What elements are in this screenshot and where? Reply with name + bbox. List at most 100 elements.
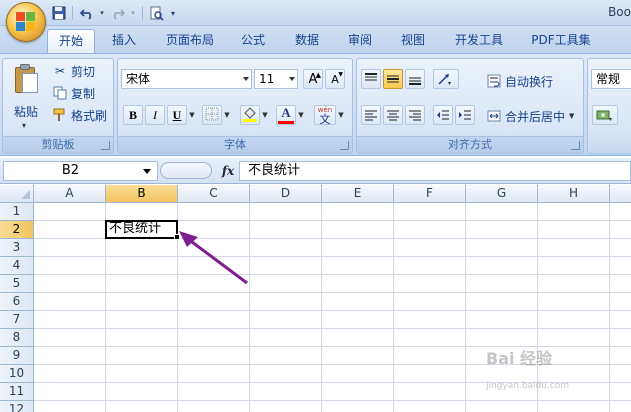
tab-insert[interactable]: 插入 [103, 29, 145, 53]
gridline [34, 274, 631, 275]
scissors-icon: ✂ [54, 64, 66, 78]
row-header-5[interactable]: 5 [0, 275, 34, 293]
row-header-6[interactable]: 6 [0, 293, 34, 311]
undo-dropdown-icon[interactable]: ▾ [98, 5, 106, 22]
column-header-e[interactable]: E [322, 185, 394, 203]
column-header-g[interactable]: G [466, 185, 538, 203]
align-center-icon [387, 110, 399, 121]
customize-qat-icon[interactable]: ▾ [168, 5, 178, 22]
print-preview-icon[interactable] [148, 5, 165, 22]
tab-home[interactable]: 开始 [47, 29, 95, 53]
row-header-1[interactable]: 1 [0, 203, 34, 221]
phonetic-button[interactable]: wén 文 [314, 105, 336, 125]
formula-input[interactable]: 不良统计 [239, 161, 631, 181]
column-header-a[interactable]: A [34, 185, 106, 203]
alignment-launcher-icon[interactable] [571, 141, 580, 150]
tab-data[interactable]: 数据 [287, 29, 327, 53]
clipboard-group: 粘贴 ▾ ✂ 剪切 复制 格式刷 剪贴板 [2, 58, 114, 154]
font-name-select[interactable]: 宋体 [121, 69, 252, 89]
bold-button[interactable]: B [123, 105, 143, 125]
merge-center-button[interactable]: 合并后居中 ▼ [487, 106, 574, 126]
fill-color-dropdown-icon[interactable]: ▼ [261, 105, 269, 125]
tab-page-layout[interactable]: 页面布局 [158, 29, 222, 53]
font-size-value: 11 [259, 72, 275, 86]
column-header-f[interactable]: F [394, 185, 466, 203]
orientation-button[interactable]: ▾ [433, 69, 459, 89]
font-color-button[interactable]: A [276, 105, 296, 125]
name-box[interactable]: B2 [3, 161, 158, 181]
redo-dropdown-icon[interactable]: ▾ [129, 5, 137, 22]
paste-dropdown-icon[interactable]: ▾ [22, 121, 26, 130]
formula-bar-resize-handle[interactable] [160, 162, 212, 179]
row-header-12[interactable]: 12 [0, 401, 34, 412]
format-painter-button[interactable]: 格式刷 [53, 105, 107, 125]
font-color-dropdown-icon[interactable]: ▼ [297, 105, 305, 125]
active-cell-b2[interactable]: 不良统计 [105, 220, 178, 239]
shrink-font-button[interactable]: A ▼ [325, 69, 345, 89]
chevron-down-icon[interactable] [143, 169, 151, 174]
spreadsheet-grid[interactable]: A B C D E F G H 1 2 3 4 5 6 7 8 9 10 11 … [0, 185, 631, 412]
wrap-text-button[interactable]: 自动换行 [487, 71, 553, 91]
italic-button[interactable]: I [145, 105, 165, 125]
separator [142, 6, 143, 20]
column-header-b[interactable]: B [106, 185, 178, 203]
tab-formulas[interactable]: 公式 [233, 29, 273, 53]
gridline [609, 203, 610, 412]
row-header-3[interactable]: 3 [0, 239, 34, 257]
wrap-text-icon [487, 74, 501, 88]
alignment-group: ▾ 自动换行 合并后居中 ▼ 对齐方式 [356, 58, 584, 154]
merge-dropdown-icon[interactable]: ▼ [569, 112, 574, 120]
align-top-button[interactable] [361, 69, 381, 89]
cut-button[interactable]: ✂ 剪切 [53, 61, 95, 81]
underline-button[interactable]: U [167, 105, 187, 125]
paste-button[interactable]: 粘贴 ▾ [9, 63, 43, 135]
fill-color-button[interactable] [240, 105, 260, 125]
row-header-9[interactable]: 9 [0, 347, 34, 365]
gridline [34, 310, 631, 311]
column-header-overflow[interactable] [610, 185, 631, 203]
column-header-h[interactable]: H [538, 185, 610, 203]
select-all-button[interactable] [0, 185, 34, 203]
tab-pdf-tools[interactable]: PDF工具集 [524, 29, 598, 53]
align-bottom-button[interactable] [405, 69, 425, 89]
align-right-button[interactable] [405, 105, 425, 125]
gridline [34, 328, 631, 329]
redo-icon[interactable] [109, 5, 126, 22]
column-header-d[interactable]: D [250, 185, 322, 203]
decrease-indent-icon [437, 110, 449, 120]
row-header-7[interactable]: 7 [0, 311, 34, 329]
align-center-button[interactable] [383, 105, 403, 125]
tab-view[interactable]: 视图 [393, 29, 433, 53]
phonetic-dropdown-icon[interactable]: ▼ [337, 105, 345, 125]
copy-button[interactable]: 复制 [53, 83, 95, 103]
align-left-button[interactable] [361, 105, 381, 125]
borders-dropdown-icon[interactable]: ▼ [223, 105, 231, 125]
font-launcher-icon[interactable] [340, 141, 349, 150]
chevron-down-icon [243, 77, 249, 81]
decrease-indent-button[interactable] [433, 105, 453, 125]
font-size-select[interactable]: 11 [254, 69, 298, 89]
align-middle-button[interactable] [383, 69, 403, 89]
clipboard-launcher-icon[interactable] [101, 141, 110, 150]
borders-button[interactable] [202, 105, 222, 125]
grow-font-button[interactable]: A ▲ [303, 69, 323, 89]
tab-review[interactable]: 审阅 [340, 29, 380, 53]
title-bar: ▾ ▾ ▾ Boo [0, 0, 631, 26]
number-format-select[interactable]: 常规 [591, 69, 631, 89]
column-header-c[interactable]: C [178, 185, 250, 203]
accounting-format-button[interactable]: ▾ [592, 105, 618, 125]
row-header-2[interactable]: 2 [0, 221, 34, 239]
undo-icon[interactable] [78, 5, 95, 22]
increase-indent-button[interactable] [455, 105, 475, 125]
number-format-value: 常规 [596, 72, 621, 86]
save-icon[interactable] [50, 5, 67, 22]
row-header-8[interactable]: 8 [0, 329, 34, 347]
tab-developer[interactable]: 开发工具 [447, 29, 511, 53]
row-header-11[interactable]: 11 [0, 383, 34, 401]
insert-function-button[interactable]: fx [218, 161, 238, 181]
row-header-10[interactable]: 10 [0, 365, 34, 383]
underline-dropdown-icon[interactable]: ▼ [188, 105, 196, 125]
italic-icon: I [153, 107, 157, 122]
row-header-4[interactable]: 4 [0, 257, 34, 275]
office-button[interactable] [6, 2, 46, 42]
